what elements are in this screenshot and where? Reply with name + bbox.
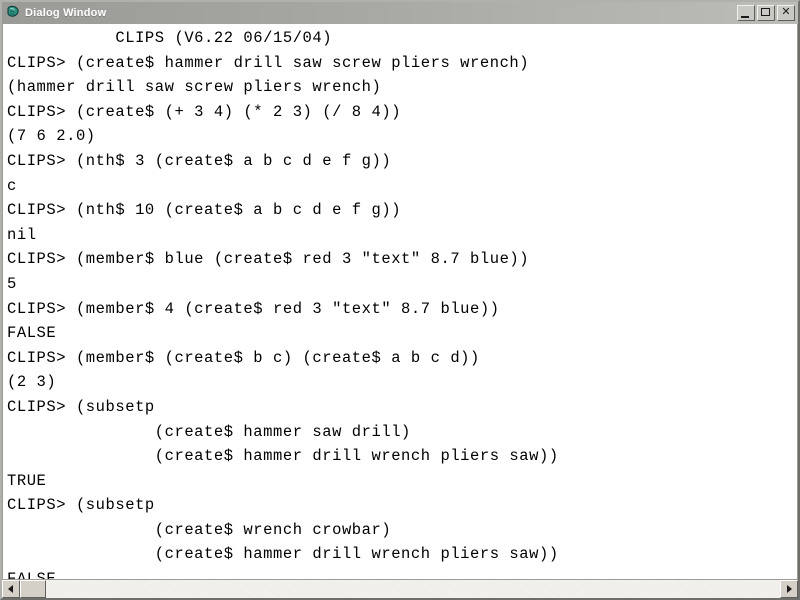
console-line: CLIPS> (create$ (+ 3 4) (* 2 3) (/ 8 4))	[7, 102, 402, 121]
window-controls: ✕	[737, 5, 796, 21]
maximize-button[interactable]	[757, 5, 775, 21]
console-line: (create$ wrench crowbar)	[7, 520, 392, 539]
title-bar[interactable]: Dialog Window ✕	[2, 2, 798, 24]
clips-app-icon	[5, 5, 21, 21]
horizontal-scrollbar[interactable]	[2, 579, 798, 598]
console-line: CLIPS> (member$ (create$ b c) (create$ a…	[7, 348, 480, 367]
console-line: (hammer drill saw screw pliers wrench)	[7, 78, 382, 97]
minimize-button[interactable]	[737, 5, 755, 21]
chevron-right-icon	[787, 585, 792, 593]
console-line: nil	[7, 225, 37, 244]
console-line: CLIPS> (member$ blue (create$ red 3 "tex…	[7, 250, 530, 269]
console-line: TRUE	[7, 471, 47, 490]
scrollbar-track[interactable]	[20, 580, 780, 598]
console-line: (create$ hammer drill wrench pliers saw)…	[7, 447, 559, 466]
close-button[interactable]: ✕	[777, 5, 795, 21]
console-line: 5	[7, 274, 17, 293]
console-line: CLIPS> (subsetp	[7, 496, 155, 515]
console-line: (create$ hammer drill wrench pliers saw)…	[7, 545, 559, 564]
chevron-left-icon	[8, 585, 13, 593]
console-line: (create$ hammer saw drill)	[7, 422, 411, 441]
scrollbar-thumb[interactable]	[20, 580, 46, 598]
console-line: c	[7, 176, 17, 195]
console-area[interactable]: CLIPS (V6.22 06/15/04) CLIPS> (create$ ha…	[2, 24, 798, 579]
scroll-left-button[interactable]	[2, 580, 20, 598]
console-output[interactable]: CLIPS (V6.22 06/15/04) CLIPS> (create$ ha…	[3, 26, 797, 579]
console-line: FALSE	[7, 567, 797, 579]
close-icon: ✕	[781, 6, 791, 18]
console-line: CLIPS> (nth$ 3 (create$ a b c d e f g))	[7, 151, 392, 170]
console-line: (2 3)	[7, 373, 57, 392]
window-title: Dialog Window	[25, 7, 107, 19]
dialog-window: Dialog Window ✕ CLIPS (V6.22 06/15/04) CL…	[0, 0, 800, 600]
scroll-right-button[interactable]	[780, 580, 798, 598]
console-line: CLIPS> (create$ hammer drill saw screw p…	[7, 53, 530, 72]
console-line: CLIPS> (nth$ 10 (create$ a b c d e f g))	[7, 201, 402, 220]
console-line: FALSE	[7, 324, 57, 343]
console-line: CLIPS> (subsetp	[7, 397, 155, 416]
console-line: (7 6 2.0)	[7, 127, 96, 146]
console-line: CLIPS (V6.22 06/15/04)	[7, 29, 333, 47]
console-line: CLIPS> (member$ 4 (create$ red 3 "text" …	[7, 299, 500, 318]
